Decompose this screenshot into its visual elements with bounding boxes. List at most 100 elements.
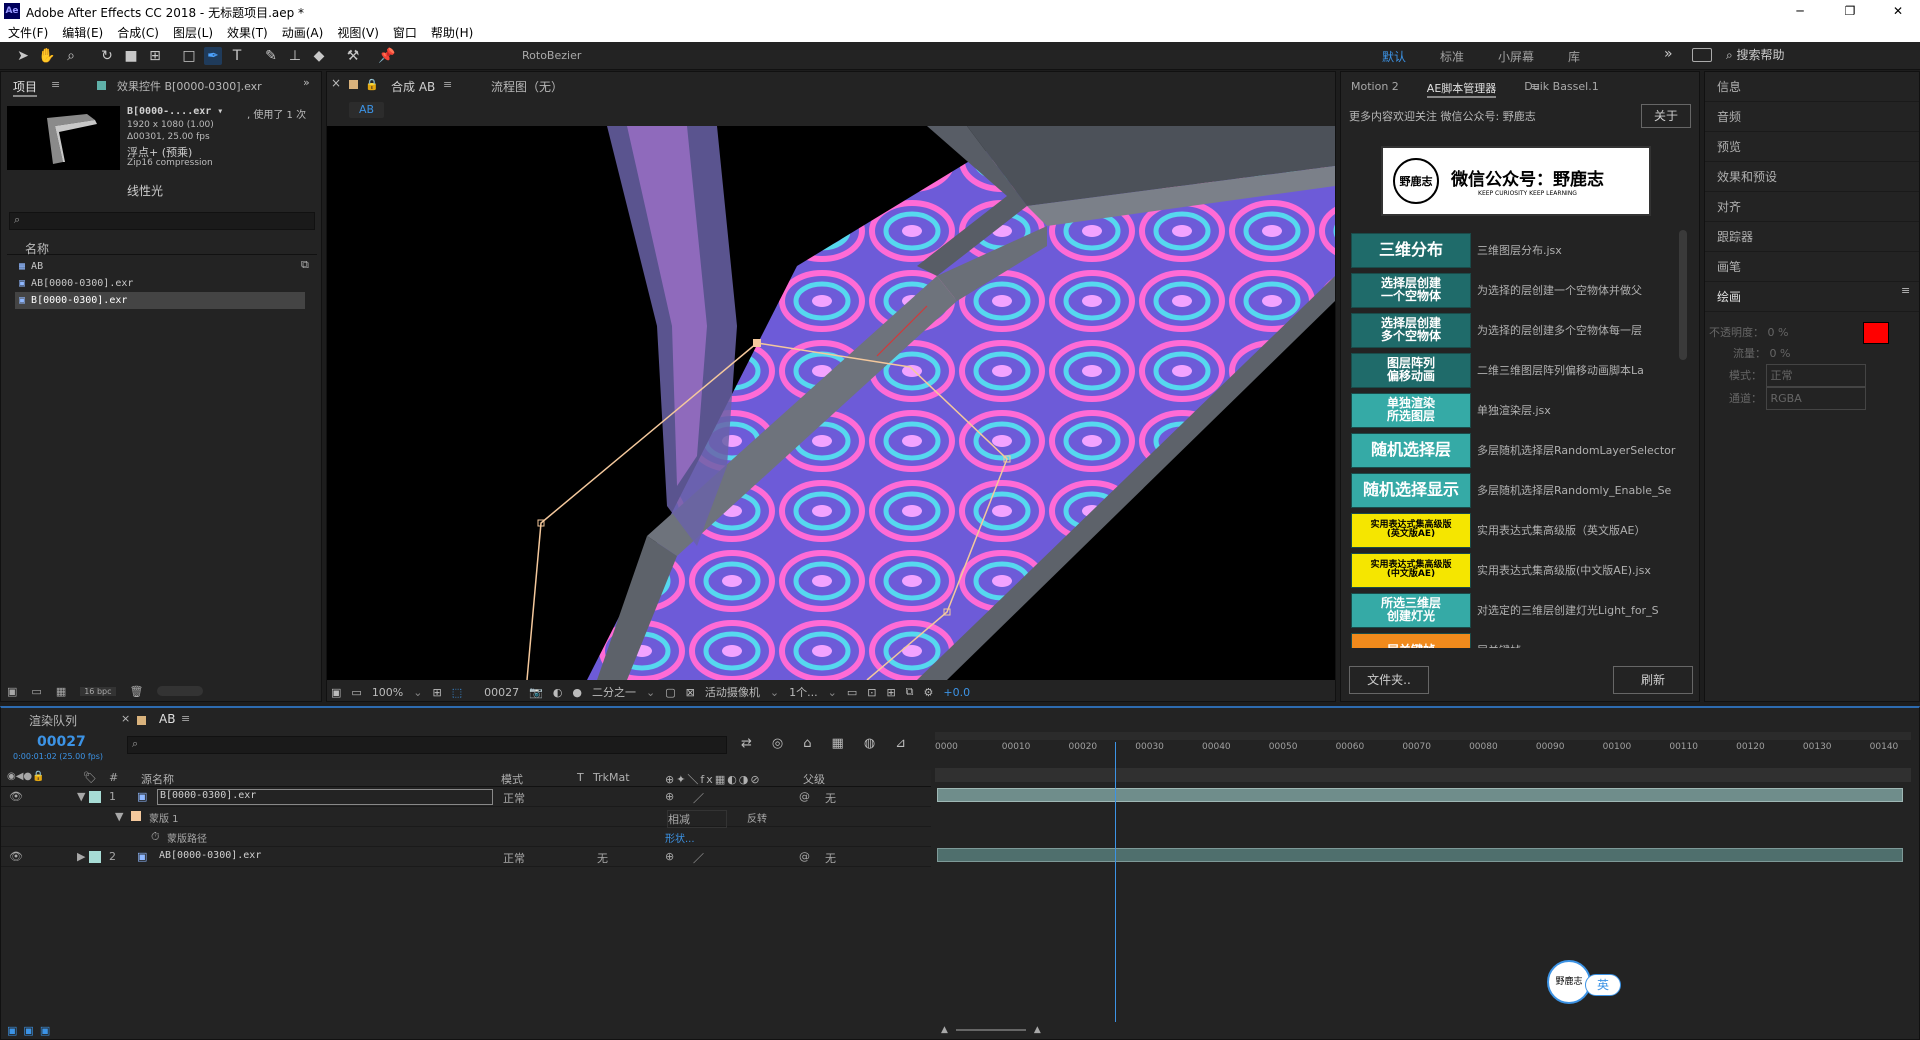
- parent-dropdown[interactable]: 无: [825, 850, 905, 866]
- always-preview-icon[interactable]: ▣: [331, 686, 341, 699]
- layer-switches-toggle-icon[interactable]: ▣: [7, 1024, 17, 1037]
- mask-inverted-label[interactable]: 反转: [747, 810, 767, 825]
- timeline-icon[interactable]: ⊞: [886, 686, 895, 699]
- menu-item[interactable]: 合成(C): [117, 24, 159, 41]
- script-button[interactable]: 实用表达式集高级版 (中文版AE): [1351, 552, 1471, 588]
- puppet-pin-tool-icon[interactable]: 📌: [378, 47, 396, 65]
- eye-icon[interactable]: 👁: [9, 850, 23, 863]
- safe-zones-icon[interactable]: ⊞: [432, 686, 441, 699]
- tab-project[interactable]: 项目: [13, 78, 38, 97]
- workspace-layout-icon[interactable]: [1692, 48, 1712, 62]
- script-button[interactable]: 图层阵列 偏移动画: [1351, 352, 1471, 388]
- zoom-tool-icon[interactable]: ⌕: [62, 47, 80, 65]
- script-list-scrollbar[interactable]: [1679, 230, 1687, 360]
- roi-icon[interactable]: ▢: [665, 686, 675, 699]
- current-timecode[interactable]: 00027: [37, 734, 86, 750]
- eraser-tool-icon[interactable]: ◆: [310, 47, 328, 65]
- flow-value[interactable]: 0 %: [1770, 347, 1791, 360]
- fast-preview-icon[interactable]: ⊡: [867, 686, 876, 699]
- comp-flowchart-icon[interactable]: ⇄: [741, 736, 752, 751]
- mask-row[interactable]: ▼ 蒙版 1 相减 反转: [1, 808, 931, 828]
- banner[interactable]: 野鹿志 微信公众号：野鹿志 KEEP CURIOSITY KEEP LEARNI…: [1381, 146, 1651, 216]
- type-tool-icon[interactable]: T: [228, 47, 246, 65]
- column-name[interactable]: 名称: [7, 242, 49, 256]
- in-out-toggle-icon[interactable]: ▣: [40, 1024, 50, 1037]
- trkmat-dropdown[interactable]: 无: [597, 850, 653, 866]
- tab-motion2[interactable]: Motion 2: [1351, 80, 1399, 98]
- menu-icon[interactable]: ≡: [1531, 80, 1540, 93]
- project-search-input[interactable]: ⌕: [9, 212, 315, 230]
- mode-dropdown[interactable]: 正常: [503, 790, 563, 806]
- close-tab-icon[interactable]: ×: [121, 712, 130, 725]
- script-button[interactable]: 选择层创建 一个空物体: [1351, 272, 1471, 308]
- shy-switch-icon[interactable]: ⊕: [665, 850, 674, 863]
- panel-item[interactable]: 绘画: [1705, 282, 1919, 312]
- expand-triangle-icon[interactable]: ▼: [77, 790, 85, 803]
- mode-dropdown[interactable]: 正常: [503, 850, 563, 866]
- workspace-item[interactable]: 库: [1568, 48, 1580, 65]
- footage-name[interactable]: B[0000-....exr ▾: [127, 106, 223, 117]
- minimize-icon[interactable]: ─: [1780, 0, 1820, 22]
- source-name-header[interactable]: 源名称: [141, 771, 174, 787]
- list-item[interactable]: ▦ AB: [15, 258, 305, 275]
- maximize-icon[interactable]: ❐: [1830, 0, 1870, 22]
- layer-row-2[interactable]: 👁 ▶ 2 ▣ AB[0000-0300].exr 正常 无 ⊕ ／ @ 无: [1, 848, 931, 867]
- comp-chip[interactable]: AB: [349, 102, 385, 118]
- foreground-color-swatch[interactable]: [1863, 322, 1889, 344]
- tab-timeline-comp[interactable]: AB: [159, 712, 175, 726]
- mask-mode-dropdown[interactable]: 相减: [667, 810, 727, 828]
- tab-script-manager[interactable]: AE脚本管理器: [1426, 80, 1497, 98]
- layer-search-input[interactable]: ⌕: [127, 736, 727, 754]
- script-button[interactable]: 三维分布: [1351, 232, 1471, 268]
- rotate-tool-icon[interactable]: ↻: [98, 47, 116, 65]
- close-tab-icon[interactable]: ×: [331, 76, 341, 90]
- trash-icon[interactable]: 🗑: [130, 685, 144, 698]
- toggle-pixel-icon[interactable]: ▭: [847, 686, 857, 699]
- menu-item[interactable]: 编辑(E): [62, 24, 103, 41]
- layer-row-1[interactable]: 👁 ▼ 1 ▣ B[0000-0300].exr 正常 ⊕ ／ @ 无: [1, 788, 931, 807]
- time-track-area[interactable]: 0000 00010 00020 00030 00040 00050 00060 00070 0…: [935, 732, 1911, 1022]
- roto-brush-tool-icon[interactable]: ⚒: [344, 47, 362, 65]
- snapshot-icon[interactable]: 📷: [529, 686, 543, 699]
- script-button[interactable]: 随机选择层: [1351, 432, 1471, 468]
- script-button[interactable]: 实用表达式集高级版 (英文版AE): [1351, 512, 1471, 548]
- quality-switch-icon[interactable]: ／: [693, 790, 704, 806]
- mask-name[interactable]: 蒙版 1: [149, 810, 179, 825]
- time-ruler[interactable]: 0000 00010 00020 00030 00040 00050 00060 00070 0…: [935, 742, 1911, 762]
- zoom-out-icon[interactable]: ▲: [941, 1025, 948, 1035]
- list-item-selected[interactable]: ▣ B[0000-0300].exr: [15, 292, 305, 309]
- layer-name[interactable]: AB[0000-0300].exr: [159, 850, 261, 861]
- menu-item[interactable]: 帮助(H): [431, 24, 473, 41]
- about-button[interactable]: 关于: [1641, 104, 1691, 128]
- script-button[interactable]: 层关键帧: [1351, 632, 1471, 648]
- views-dropdown[interactable]: 1个...: [789, 684, 818, 700]
- exposure-reset-icon[interactable]: ⚙: [924, 686, 934, 699]
- playhead[interactable]: [1115, 742, 1117, 1022]
- graph-editor-icon[interactable]: ⊿: [895, 736, 906, 751]
- shy-switch-icon[interactable]: ⊕: [665, 790, 674, 803]
- mask-visibility-icon[interactable]: ⬚: [452, 686, 462, 699]
- tab-flowchart[interactable]: 流程图（无）: [491, 78, 563, 95]
- panel-item[interactable]: 对齐: [1705, 192, 1919, 222]
- tab-composition[interactable]: 合成 AB: [391, 78, 435, 95]
- channel-dropdown[interactable]: RGBA: [1765, 387, 1866, 410]
- layer-label-color[interactable]: [89, 791, 101, 803]
- mask-path-row[interactable]: ⏱ 蒙版路径 形状...: [1, 828, 931, 847]
- panel-item[interactable]: 预览: [1705, 132, 1919, 162]
- script-button[interactable]: 选择层创建 多个空物体: [1351, 312, 1471, 348]
- rectangle-tool-icon[interactable]: □: [180, 47, 198, 65]
- menu-icon[interactable]: ≡: [1901, 284, 1910, 297]
- bpc-badge[interactable]: 16 bpc: [80, 686, 116, 696]
- hand-tool-icon[interactable]: ✋: [38, 47, 56, 65]
- script-button[interactable]: 单独渲染 所选图层: [1351, 392, 1471, 428]
- mode-dropdown[interactable]: 正常: [1765, 364, 1866, 387]
- layer-bar-1[interactable]: [937, 788, 1903, 802]
- shy-icon[interactable]: ⌂: [803, 736, 811, 751]
- layer-label-color[interactable]: [89, 851, 101, 863]
- brush-tool-icon[interactable]: ✎: [262, 47, 280, 65]
- monitor-icon[interactable]: ▭: [351, 686, 361, 699]
- interpret-footage-icon[interactable]: ▣: [7, 685, 17, 698]
- pickwhip-icon[interactable]: @: [799, 790, 810, 803]
- folder-button[interactable]: 文件夹..: [1349, 666, 1429, 694]
- menu-item[interactable]: 窗口: [393, 24, 417, 41]
